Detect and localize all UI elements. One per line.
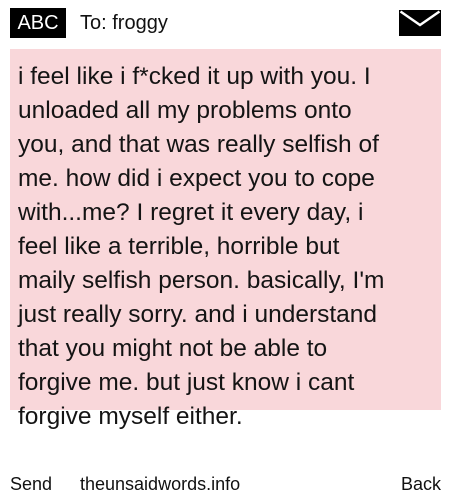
envelope-icon[interactable] [399, 10, 441, 36]
bottom-bar: Send theunsaidwords.info Back [0, 469, 450, 499]
send-button[interactable]: Send [10, 469, 52, 499]
recipient-field[interactable]: To: froggy [80, 8, 168, 38]
message-body[interactable]: i feel like i f*cked it up with you. I u… [18, 60, 434, 434]
site-label: theunsaidwords.info [80, 474, 241, 494]
message-header: ABC To: froggy [0, 0, 450, 46]
back-button[interactable]: Back [401, 469, 441, 499]
input-mode-badge[interactable]: ABC [10, 8, 66, 38]
